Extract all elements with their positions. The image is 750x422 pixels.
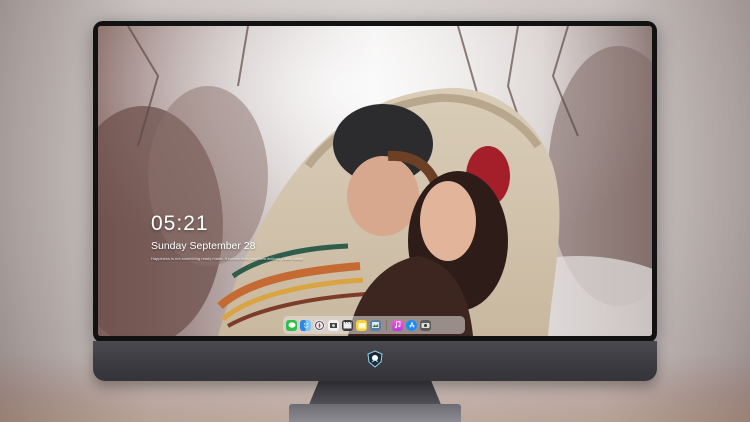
- app-store-icon[interactable]: [406, 319, 417, 331]
- safari-icon[interactable]: [314, 319, 325, 331]
- wallpaper-photo: [98, 26, 652, 336]
- lock-date: Sunday September 28: [151, 240, 256, 252]
- clapperboard-icon[interactable]: [342, 319, 353, 331]
- preview-icon[interactable]: [370, 319, 381, 331]
- dock: [283, 316, 465, 334]
- brand-logo-icon: [367, 350, 383, 368]
- lock-quote: Happiness is not something ready made. I…: [151, 256, 303, 261]
- music-icon[interactable]: [392, 319, 403, 331]
- finder-icon[interactable]: [300, 319, 311, 331]
- camera-icon[interactable]: [420, 319, 431, 331]
- dock-separator: [386, 319, 387, 331]
- lock-clock: 05:21: [151, 212, 209, 235]
- messages-icon[interactable]: [286, 319, 297, 331]
- monitor-stand-base: [289, 404, 461, 422]
- notes-icon[interactable]: [356, 319, 367, 331]
- photos-icon[interactable]: [328, 319, 339, 331]
- desktop-screen: 05:21 Sunday September 28 Happiness is n…: [98, 26, 652, 336]
